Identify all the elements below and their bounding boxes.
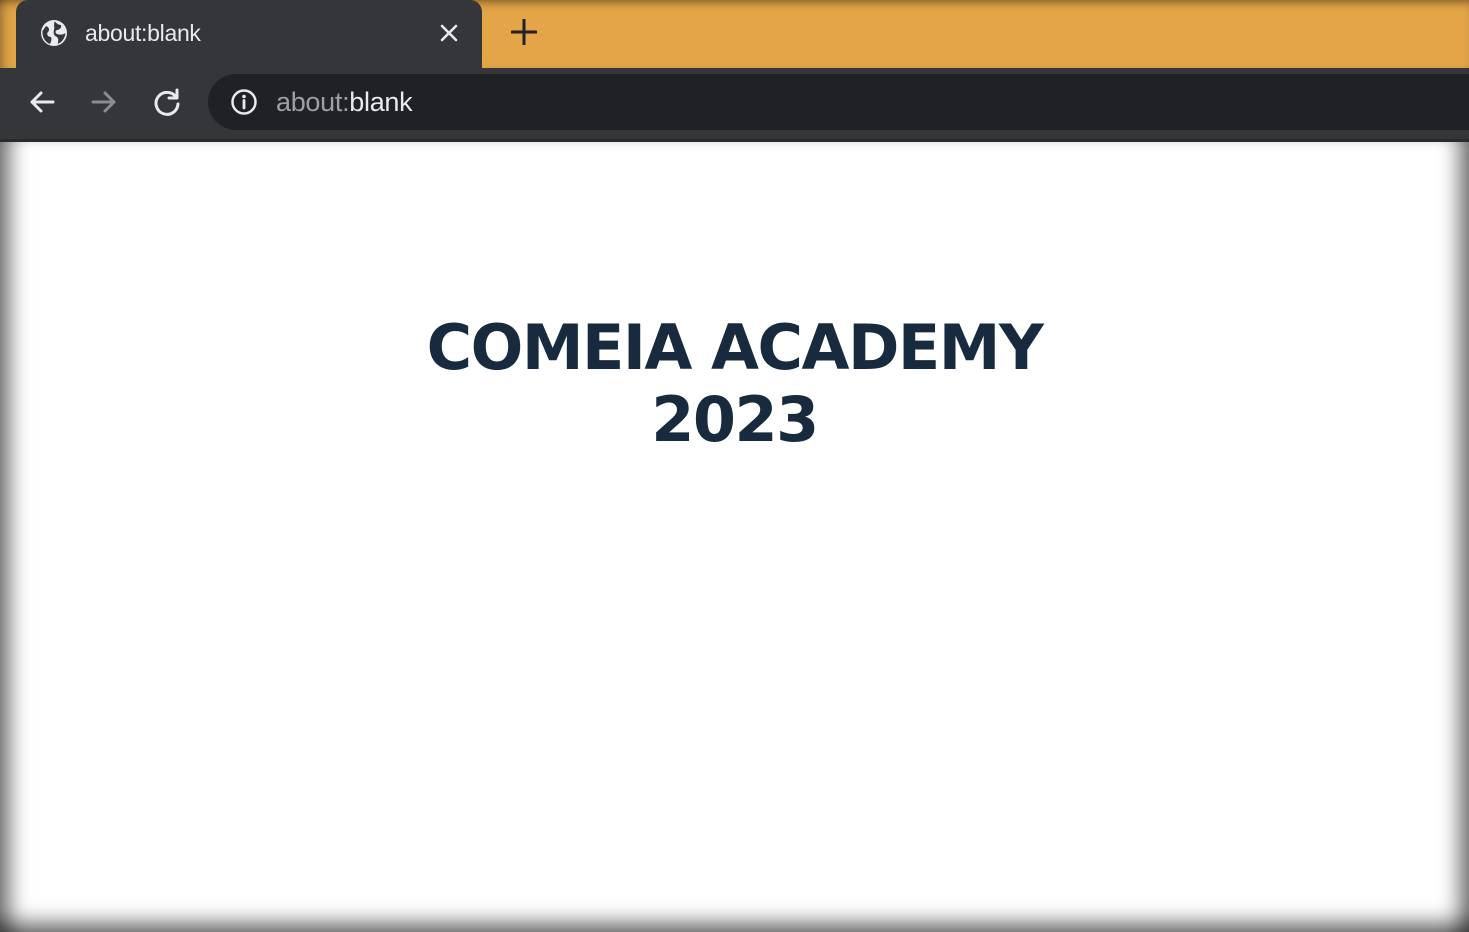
new-tab-button[interactable]	[506, 16, 542, 52]
tab-title: about:blank	[85, 19, 201, 46]
globe-icon	[40, 19, 68, 47]
headline-line-2: 2023	[651, 383, 819, 456]
headline-line-1: COMEIA ACADEMY	[426, 311, 1044, 384]
reload-button[interactable]	[149, 86, 185, 122]
address-bar[interactable]: about:blank	[208, 74, 1469, 130]
tab-strip: about:blank	[0, 0, 1469, 72]
page-title: COMEIA ACADEMY 2023	[0, 312, 1469, 456]
browser-tab[interactable]: about:blank	[16, 0, 482, 72]
info-icon[interactable]	[230, 88, 258, 116]
toolbar: about:blank	[0, 68, 1469, 142]
page-content: COMEIA ACADEMY 2023	[0, 142, 1469, 932]
arrow-left-icon	[28, 88, 56, 121]
url-path: blank	[349, 86, 413, 117]
reload-icon	[152, 87, 182, 122]
plus-icon	[510, 18, 538, 50]
url-scheme: about:	[276, 86, 350, 117]
url-text[interactable]: about:blank	[276, 86, 413, 118]
arrow-right-icon	[90, 88, 118, 121]
back-button[interactable]	[24, 86, 60, 122]
tab-close-icon[interactable]	[434, 18, 464, 48]
forward-button[interactable]	[86, 86, 122, 122]
browser-window: about:blank about:blank COMEIA ACADEMY 2…	[0, 0, 1469, 932]
